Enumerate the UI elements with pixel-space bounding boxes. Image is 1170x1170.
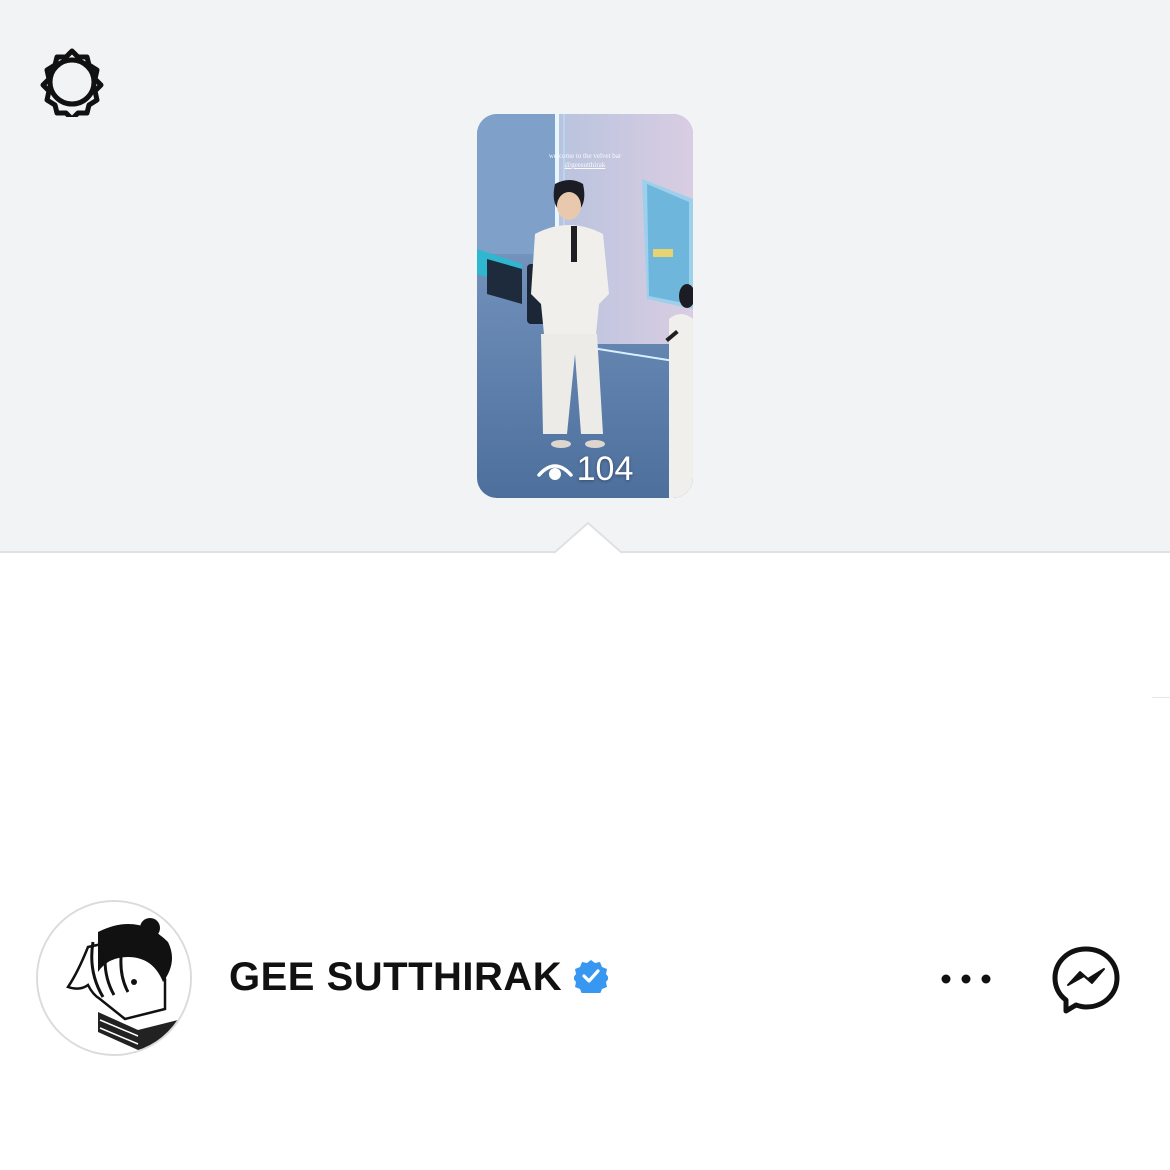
verified-badge-icon xyxy=(574,960,608,993)
story-caption-mention: @geesutthirak xyxy=(564,161,606,169)
story-caption-line1: welcome to the velvet bar xyxy=(548,152,622,160)
story-caption: welcome to the velvet bar @geesutthirak xyxy=(477,152,693,170)
settings-button[interactable] xyxy=(36,46,108,118)
more-options-button[interactable] xyxy=(936,956,996,1002)
panel-pointer xyxy=(554,521,622,555)
avatar[interactable] xyxy=(36,900,192,1056)
more-horizontal-icon xyxy=(941,974,991,984)
divider xyxy=(1152,697,1170,698)
gear-icon xyxy=(40,48,104,117)
story-archive-panel: welcome to the velvet bar @geesutthirak … xyxy=(0,0,1170,553)
avatar-illustration xyxy=(38,902,190,1054)
view-count-number: 104 xyxy=(576,450,634,488)
story-preview-card[interactable]: welcome to the velvet bar @geesutthirak … xyxy=(477,114,693,498)
profile-row: GEE SUTTHIRAK xyxy=(0,900,1170,1060)
story-thumbnail xyxy=(477,114,693,498)
view-count[interactable]: 104 xyxy=(477,450,693,489)
eye-icon xyxy=(536,463,573,480)
messenger-icon xyxy=(1052,946,1120,1014)
profile-username[interactable]: GEE SUTTHIRAK xyxy=(229,955,562,1000)
message-button[interactable] xyxy=(1050,944,1122,1016)
